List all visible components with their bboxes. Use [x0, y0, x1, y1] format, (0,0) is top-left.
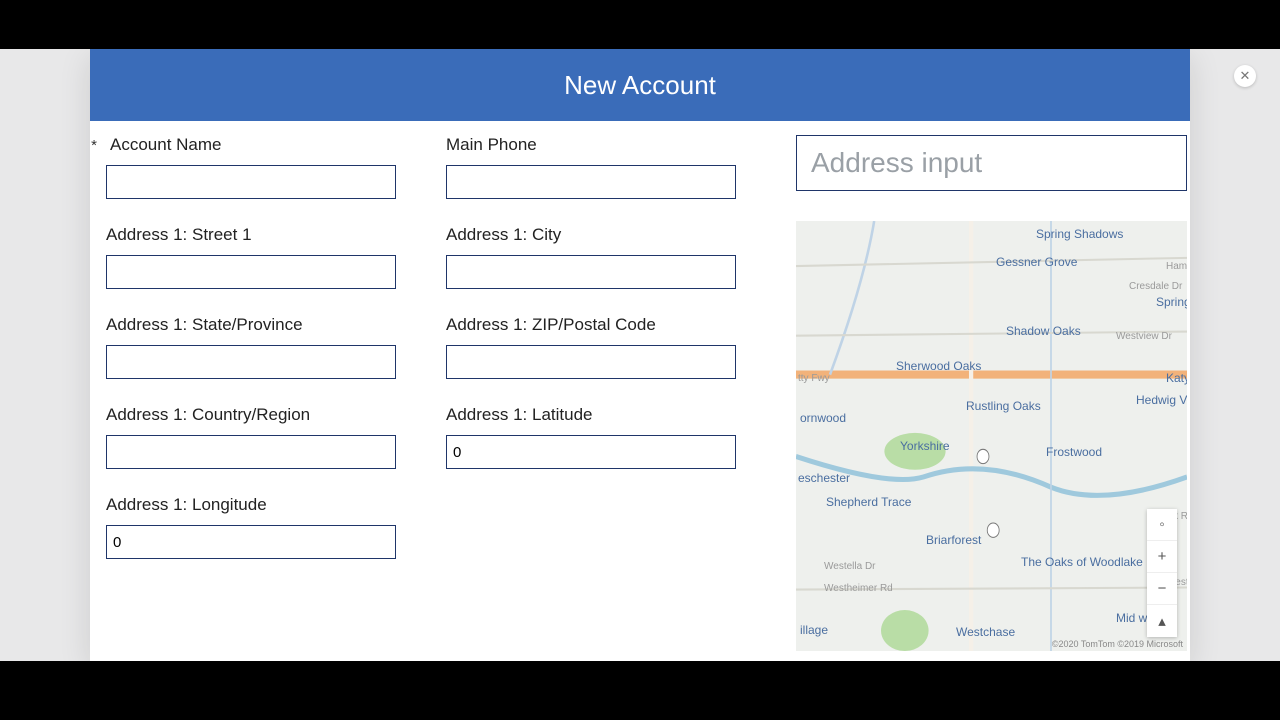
page-backdrop: ✕ New Account * Account Name Main Phone	[0, 49, 1280, 661]
form-area: * Account Name Main Phone Address 1: Str…	[100, 135, 736, 651]
map-place-label: eschester	[798, 471, 850, 485]
map-place-label: The Oaks of Woodlake	[1021, 555, 1143, 569]
map-attribution: ©2020 TomTom ©2019 Microsoft	[1052, 639, 1183, 649]
letterbox-top	[0, 0, 1280, 49]
map-place-label: ornwood	[800, 411, 846, 425]
input-country[interactable]	[106, 435, 396, 469]
map-canvas[interactable]: Spring Shadows Gessner Grove Spring Branch…	[796, 221, 1187, 651]
map-road-label: tty Fwy	[798, 373, 830, 384]
map-place-label: Katy Tollway	[1166, 371, 1187, 385]
map-tilt-button[interactable]: ▴	[1147, 605, 1177, 637]
map-place-label: Hedwig Village	[1136, 393, 1187, 407]
map-zoom-out-button[interactable]: −	[1147, 573, 1177, 605]
map-place-label: Gessner Grove	[996, 255, 1077, 269]
map-place-label: Shadow Oaks	[1006, 324, 1081, 338]
input-longitude[interactable]	[106, 525, 396, 559]
label-latitude: Address 1: Latitude	[446, 405, 592, 425]
new-account-modal: New Account * Account Name Main Phone Ad…	[90, 49, 1190, 661]
field-account-name: * Account Name	[106, 135, 396, 199]
close-button[interactable]: ✕	[1234, 65, 1256, 87]
letterbox-bottom	[0, 661, 1280, 720]
map-road-label: Westella Dr	[824, 561, 876, 572]
input-account-name[interactable]	[106, 165, 396, 199]
label-main-phone: Main Phone	[446, 135, 537, 155]
modal-title: New Account	[564, 70, 716, 101]
input-street1[interactable]	[106, 255, 396, 289]
label-country: Address 1: Country/Region	[106, 405, 310, 425]
modal-header: New Account	[90, 49, 1190, 121]
map-controls: ◦ + − ▴	[1147, 509, 1177, 637]
field-longitude: Address 1: Longitude	[106, 495, 396, 559]
field-city: Address 1: City	[446, 225, 736, 289]
label-street1: Address 1: Street 1	[106, 225, 252, 245]
map-place-label: Rustling Oaks	[966, 399, 1041, 413]
label-account-name: Account Name	[110, 135, 222, 155]
field-latitude: Address 1: Latitude	[446, 405, 736, 469]
input-main-phone[interactable]	[446, 165, 736, 199]
map-place-label: Westchase	[956, 625, 1015, 639]
modal-body: * Account Name Main Phone Address 1: Str…	[90, 121, 1190, 661]
field-zip: Address 1: ZIP/Postal Code	[446, 315, 736, 379]
input-state[interactable]	[106, 345, 396, 379]
field-state: Address 1: State/Province	[106, 315, 396, 379]
map-road-label: Westheimer Rd	[824, 583, 893, 594]
map-zoom-in-button[interactable]: +	[1147, 541, 1177, 573]
map-place-label: Frostwood	[1046, 445, 1102, 459]
map-place-label: Sherwood Oaks	[896, 359, 981, 373]
field-country: Address 1: Country/Region	[106, 405, 396, 469]
label-zip: Address 1: ZIP/Postal Code	[446, 315, 656, 335]
map-road-label: Hammerly Blvd	[1166, 261, 1187, 272]
label-longitude: Address 1: Longitude	[106, 495, 267, 515]
map-column: Spring Shadows Gessner Grove Spring Branch…	[796, 135, 1197, 651]
label-city: Address 1: City	[446, 225, 561, 245]
field-main-phone: Main Phone	[446, 135, 736, 199]
map-place-label: illage	[800, 623, 828, 637]
map-place-label: Briarforest	[926, 533, 981, 547]
field-street1: Address 1: Street 1	[106, 225, 396, 289]
label-state: Address 1: State/Province	[106, 315, 303, 335]
map-place-label: Shepherd Trace	[826, 495, 911, 509]
map-road-label: Westview Dr	[1116, 331, 1172, 342]
input-zip[interactable]	[446, 345, 736, 379]
map-place-label: Spring Branch Gardens	[1156, 295, 1187, 309]
required-marker: *	[88, 137, 100, 154]
address-search-input[interactable]	[796, 135, 1187, 191]
map-road-label: Cresdale Dr	[1129, 281, 1182, 292]
map-locate-button[interactable]: ◦	[1147, 509, 1177, 541]
input-city[interactable]	[446, 255, 736, 289]
map-place-label: Spring Shadows	[1036, 227, 1123, 241]
input-latitude[interactable]	[446, 435, 736, 469]
map-place-label: Yorkshire	[900, 439, 950, 453]
